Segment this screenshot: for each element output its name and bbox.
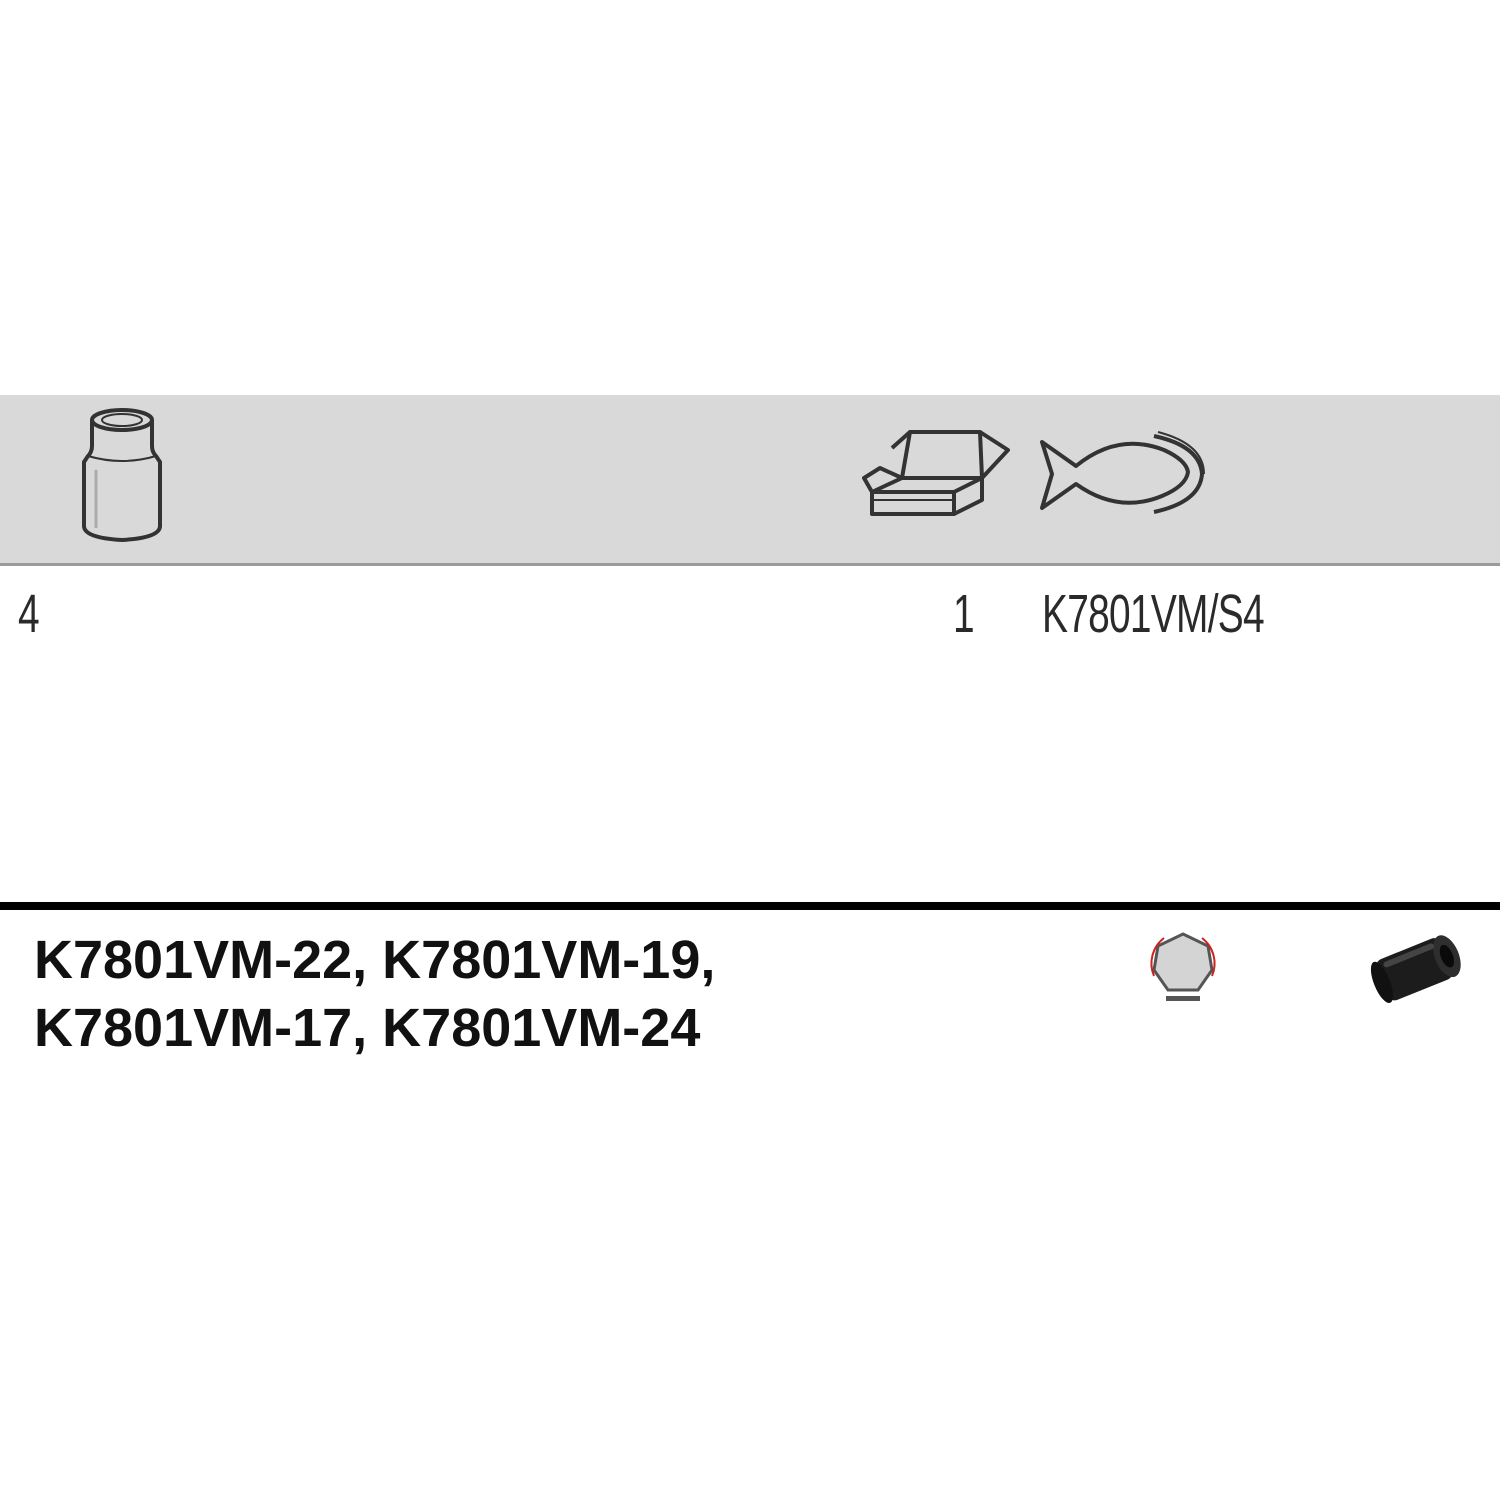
contents-codes: K7801VM-22, K7801VM-19, K7801VM-17, K780… bbox=[34, 926, 715, 1062]
hexagon-profile-icon bbox=[1150, 932, 1216, 1001]
socket-icon bbox=[82, 408, 162, 543]
header-band bbox=[0, 395, 1500, 563]
product-code: K7801VM/S4 bbox=[1042, 584, 1265, 644]
set-count: 4 bbox=[18, 584, 40, 644]
contents-line: K7801VM-22, K7801VM-19, bbox=[34, 930, 716, 990]
contents-line: K7801VM-17, K7801VM-24 bbox=[34, 998, 701, 1058]
pack-quantity: 1 bbox=[953, 584, 975, 644]
header-rule bbox=[0, 563, 1500, 566]
box-icon bbox=[862, 430, 1010, 516]
blister-pack-icon bbox=[1040, 431, 1205, 514]
impact-socket-icon bbox=[1370, 935, 1461, 1004]
section-divider bbox=[0, 902, 1500, 910]
